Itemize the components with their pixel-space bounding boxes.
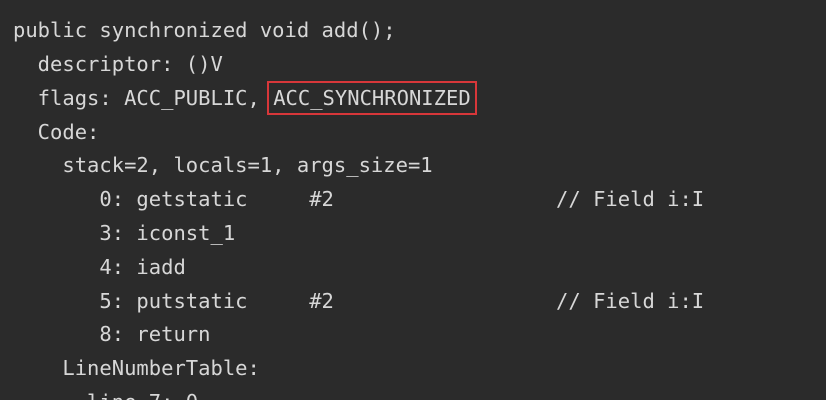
line-number-table-label: LineNumberTable:	[13, 356, 260, 380]
acc-synchronized-highlight: ACC_SYNCHRONIZED	[267, 81, 477, 115]
flags-line: flags: ACC_PUBLIC, ACC_SYNCHRONIZED	[13, 81, 477, 115]
stack-info-line: stack=2, locals=1, args_size=1	[13, 153, 433, 177]
instruction-line: 8: return	[13, 322, 211, 346]
instruction-line: 4: iadd	[13, 255, 186, 279]
bytecode-output: public synchronized void add(); descript…	[0, 0, 826, 400]
code-label: Code:	[13, 120, 100, 144]
flags-label: flags: ACC_PUBLIC,	[13, 86, 273, 110]
descriptor-line: descriptor: ()V	[13, 52, 223, 76]
method-signature: public synchronized void add();	[13, 18, 396, 42]
instruction-line: 3: iconst_1	[13, 221, 236, 245]
instruction-line: 0: getstatic #2 // Field i:I	[13, 187, 705, 211]
instruction-line: 5: putstatic #2 // Field i:I	[13, 289, 705, 313]
line-number-entry: line 7: 0	[13, 387, 198, 400]
